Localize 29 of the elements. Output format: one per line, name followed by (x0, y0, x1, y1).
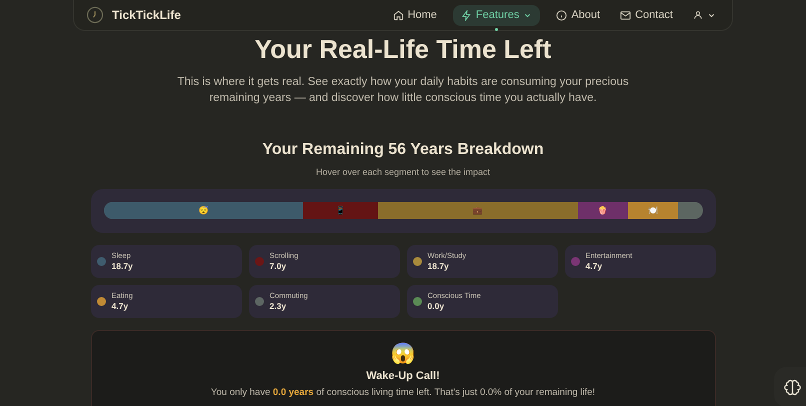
mail-icon (620, 10, 632, 20)
nav-link[interactable]: Contact (616, 4, 677, 26)
nav-link[interactable]: Home (388, 4, 441, 26)
home-icon (392, 10, 404, 20)
clock-icon (86, 6, 104, 24)
info-icon (556, 10, 568, 20)
brain-button[interactable] (774, 367, 806, 406)
legend-value: 18.7y (112, 260, 133, 272)
legend-value: 18.7y (428, 260, 450, 272)
nav-link[interactable]: About (552, 4, 604, 26)
legend-value: 4.7y (586, 260, 604, 272)
alert-text: You only have 0.0 years of conscious living time left. That's just 0.0% of your remaining life! (210, 386, 596, 398)
legend-value: 7.0y (270, 260, 288, 272)
alert-emoji: 😱 (390, 342, 416, 364)
brain-icon (784, 378, 800, 396)
brand-name[interactable]: TickTickLife (112, 6, 181, 24)
lightning-icon (460, 10, 472, 20)
legend-value: 2.3y (270, 300, 288, 312)
user-icon (693, 10, 703, 20)
bar-segment[interactable]: 😴 (104, 202, 304, 219)
hint-text: Hover over each segment to see the impact (316, 166, 490, 179)
legend-value: 0.0y (428, 300, 446, 312)
page-title: Your Real-Life Time Left (254, 34, 552, 64)
section-title: Your Remaining 56 Years Breakdown (262, 140, 544, 160)
bar-segment[interactable]: 🍿 (578, 202, 628, 219)
alert-title: Wake-Up Call! (366, 368, 440, 382)
intro-text: This is where it gets real. See exactly how your daily habits are consuming your precious remaining years — and discover how little conscious time you actually have. (176, 75, 630, 106)
legend-value: 4.7y (112, 300, 130, 312)
nav-link[interactable]: Features (452, 4, 540, 26)
